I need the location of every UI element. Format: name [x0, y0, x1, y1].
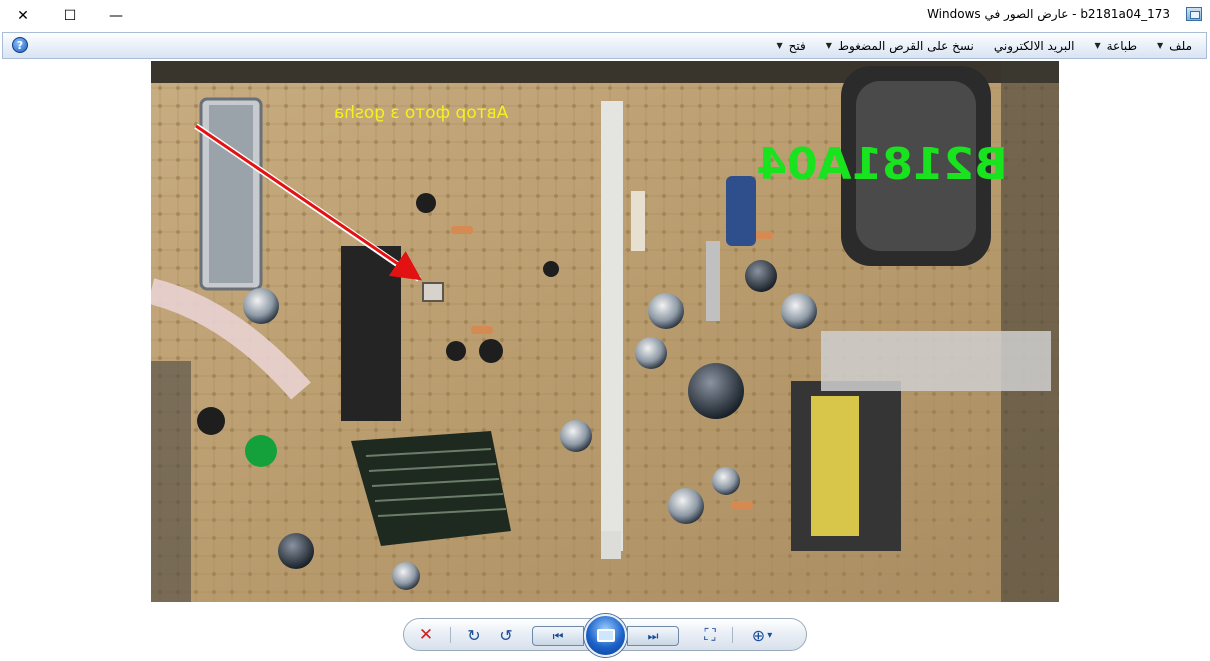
next-icon: ⏭	[647, 628, 659, 643]
circuit-board-image: B2181A04 Автор фото з gosha	[151, 61, 1059, 602]
rotate-counterclockwise-icon: ↺	[499, 625, 513, 645]
next-button[interactable]: ⏭	[627, 626, 679, 646]
maximize-window-button[interactable]: ☐	[47, 0, 93, 31]
maximize-icon: ☐	[63, 7, 77, 24]
help-icon[interactable]: ?	[12, 37, 28, 53]
toolbar-separator	[732, 627, 733, 643]
menu-email-label: البريد الالكتروني	[993, 38, 1075, 53]
minimize-icon: —	[109, 7, 123, 24]
actual-size-icon: ⛶	[704, 625, 716, 644]
window-title: b2181a04_173 - عارض الصور في Windows	[927, 7, 1170, 21]
slideshow-button[interactable]	[584, 614, 627, 657]
chevron-down-icon: ▼	[1157, 41, 1164, 50]
chevron-down-icon: ▼	[1094, 41, 1101, 50]
bottom-toolbar: ✕ ↻ ↺ ⏮ ⏭ ⛶ ⊕ ▾	[0, 603, 1210, 661]
chevron-down-icon: ▼	[825, 41, 832, 50]
menu-file-label: ملف	[1169, 38, 1192, 53]
menu: ملف ▼ طباعة ▼ البريد الالكتروني نسخ على …	[767, 33, 1203, 58]
toolbar-pill: ✕ ↻ ↺ ⏮ ⏭ ⛶ ⊕ ▾	[403, 614, 807, 657]
image-viewer: B2181A04 Автор фото з gosha	[0, 59, 1210, 603]
delete-icon: ✕	[418, 625, 434, 645]
menu-email[interactable]: البريد الالكتروني	[984, 33, 1085, 58]
slideshow-icon	[596, 629, 615, 642]
menu-bar: ملف ▼ طباعة ▼ البريد الالكتروني نسخ على …	[2, 32, 1207, 59]
zoom-button[interactable]: ⊕ ▾	[744, 625, 780, 645]
menu-burn-label: نسخ على القرص المضغوط	[837, 38, 974, 53]
board-id-label: B2181A04	[756, 139, 1007, 190]
circuit-board-photo: B2181A04 Автор фото з gosha	[151, 61, 1059, 602]
chevron-down-icon: ▼	[776, 41, 783, 50]
delete-button[interactable]: ✕	[414, 625, 438, 645]
menu-file[interactable]: ملف ▼	[1147, 33, 1202, 58]
toolbar-separator	[450, 627, 451, 643]
menu-print-label: طباعة	[1106, 38, 1138, 53]
menu-open-label: فتح	[788, 38, 806, 53]
title-bar: ✕ ☐ — b2181a04_173 - عارض الصور في Windo…	[0, 0, 1210, 31]
menu-print[interactable]: طباعة ▼	[1084, 33, 1147, 58]
zoom-caret-icon: ▾	[767, 629, 773, 641]
rotate-counterclockwise-button[interactable]: ↺	[494, 625, 518, 645]
app-icon	[1186, 7, 1202, 21]
minimize-window-button[interactable]: —	[93, 0, 139, 31]
rotate-clockwise-button[interactable]: ↻	[462, 625, 486, 645]
menu-burn[interactable]: نسخ على القرص المضغوط ▼	[816, 33, 984, 58]
menu-open[interactable]: فتح ▼	[767, 33, 816, 58]
previous-icon: ⏮	[552, 628, 564, 643]
rotate-clockwise-icon: ↻	[467, 625, 481, 645]
close-icon: ✕	[17, 7, 29, 24]
close-window-button[interactable]: ✕	[0, 0, 46, 31]
zoom-icon: ⊕	[751, 625, 766, 645]
previous-button[interactable]: ⏮	[532, 626, 584, 646]
actual-size-button[interactable]: ⛶	[698, 625, 722, 645]
author-watermark: Автор фото з gosha	[334, 103, 508, 123]
